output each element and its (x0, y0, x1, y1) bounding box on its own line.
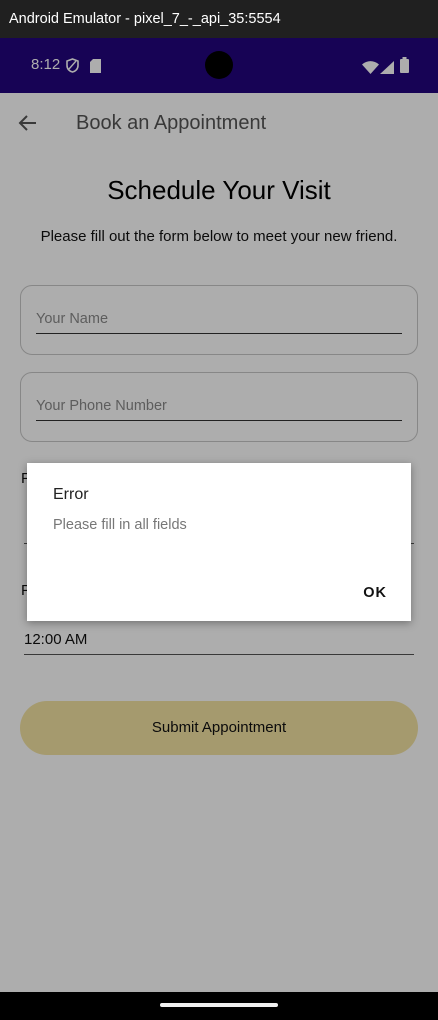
navigation-bar (0, 992, 438, 1020)
dialog-title: Error (53, 486, 89, 503)
dialog-ok-button[interactable]: OK (363, 585, 387, 601)
error-dialog: Error Please fill in all fields OK (27, 463, 411, 621)
gesture-handle[interactable] (160, 1003, 278, 1007)
emulator-window-title: Android Emulator - pixel_7_-_api_35:5554 (0, 0, 438, 38)
dialog-message: Please fill in all fields (53, 517, 187, 533)
